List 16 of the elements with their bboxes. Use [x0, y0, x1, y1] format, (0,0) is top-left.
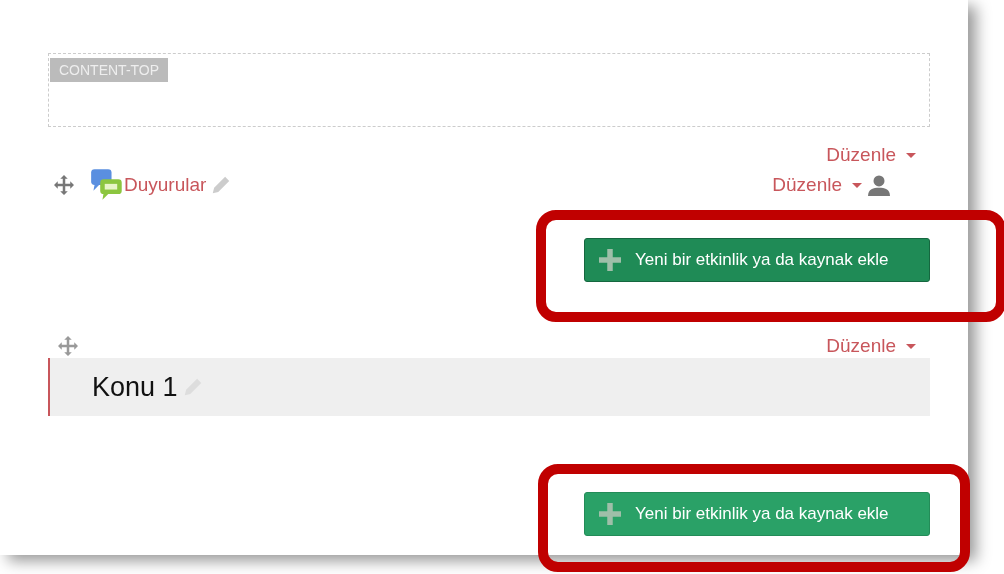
caret-icon — [906, 343, 916, 349]
plus-icon — [599, 503, 621, 525]
move-icon[interactable] — [54, 175, 74, 195]
add-activity-button[interactable]: Yeni bir etkinlik ya da kaynak ekle — [584, 492, 930, 536]
edit-menu[interactable]: Düzenle — [772, 174, 862, 196]
activity-link[interactable]: Duyurular — [124, 174, 207, 196]
edit-menu[interactable]: Düzenle — [826, 143, 916, 167]
plus-icon — [599, 249, 621, 271]
caret-icon — [852, 182, 862, 188]
section-title: Konu 1 — [92, 371, 178, 403]
add-activity-button[interactable]: Yeni bir etkinlik ya da kaynak ekle — [584, 238, 930, 282]
move-icon[interactable] — [58, 336, 78, 356]
chat-bubbles-icon — [90, 168, 124, 202]
caret-icon — [906, 152, 916, 158]
edit-menu[interactable]: Düzenle — [826, 335, 916, 357]
user-icon — [868, 174, 890, 196]
